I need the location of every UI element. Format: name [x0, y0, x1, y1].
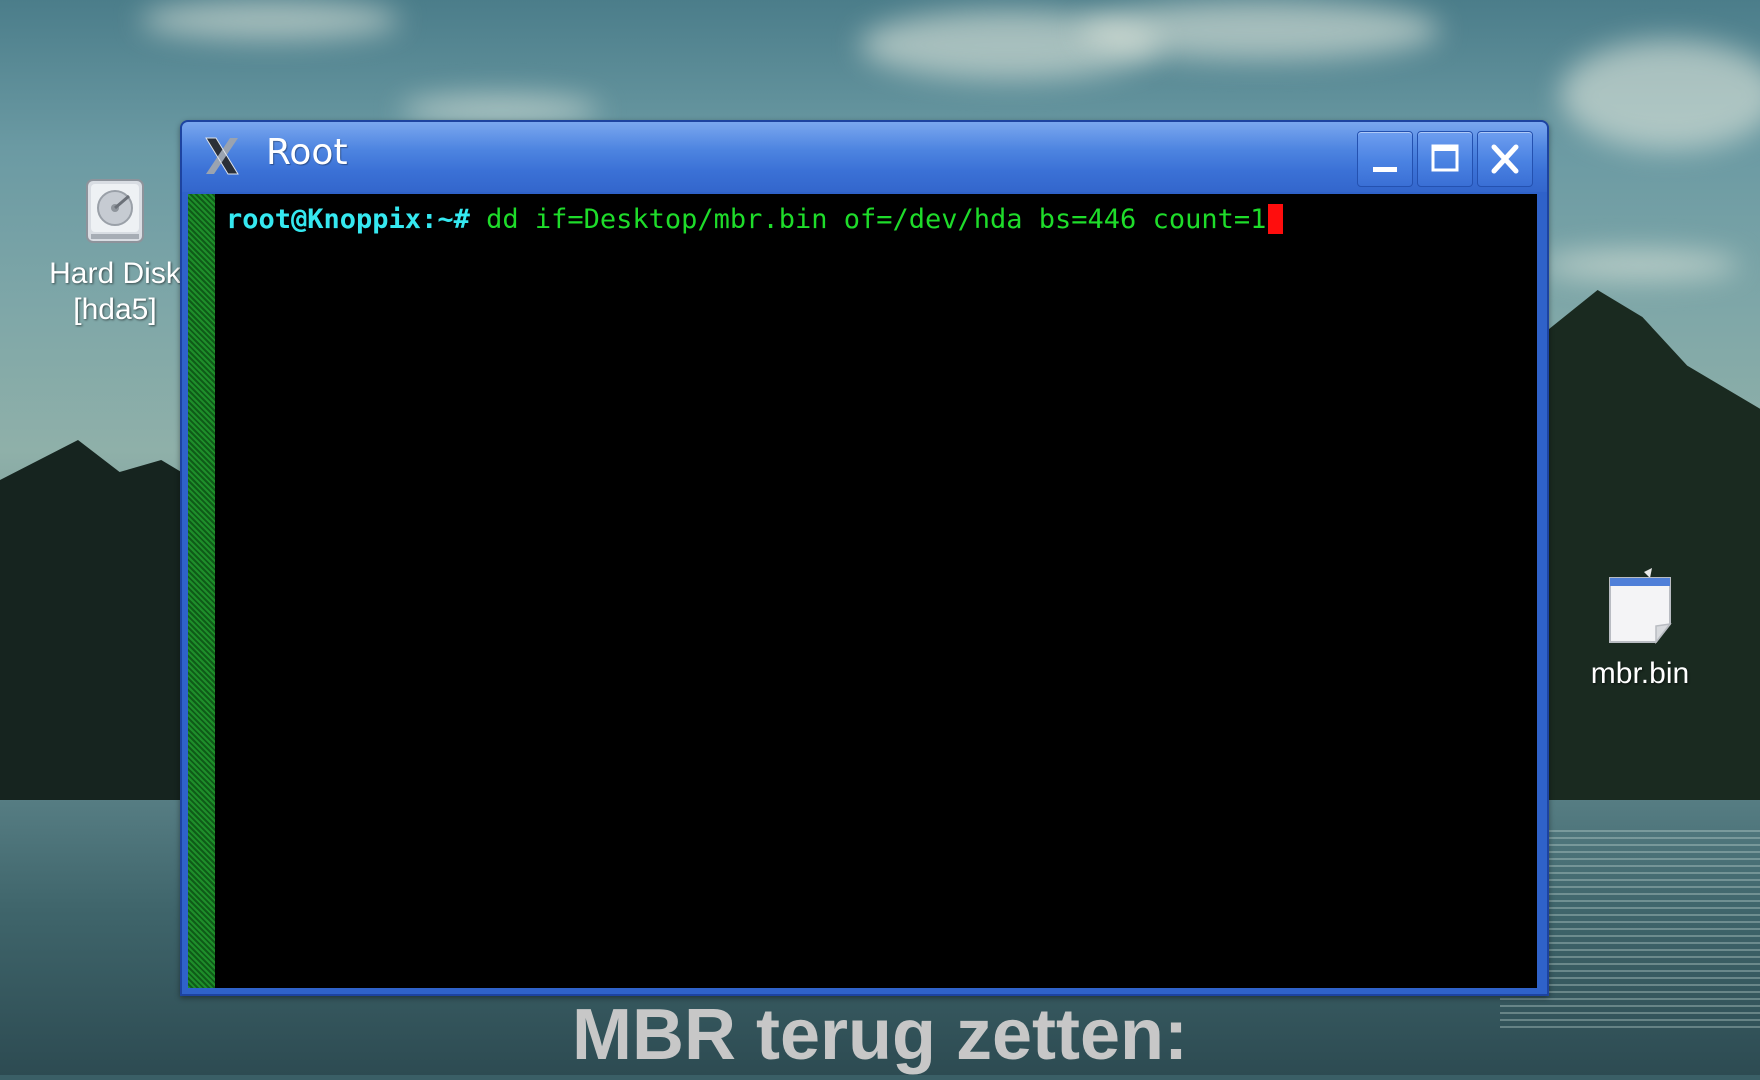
x-icon[interactable] [200, 134, 244, 178]
terminal-window[interactable]: Root root@Knoppix:~# dd if=Desktop/mbr.b… [180, 120, 1549, 996]
terminal-command: dd if=Desktop/mbr.bin of=/dev/hda bs=446… [469, 204, 1267, 235]
maximize-button[interactable] [1417, 131, 1473, 187]
document-icon [1600, 568, 1680, 656]
wallpaper-cloud [140, 0, 400, 40]
desktop-icon-label: Hard Disk [49, 257, 181, 290]
slide-caption: MBR terug zetten: [572, 995, 1188, 1075]
wallpaper-cloud [1080, 0, 1440, 60]
desktop-icon-label: [hda5] [73, 293, 157, 326]
hard-disk-icon [83, 179, 147, 250]
minimize-button[interactable] [1357, 131, 1413, 187]
terminal-prompt: root@Knoppix:~# [226, 204, 470, 235]
wallpaper-cloud [1540, 250, 1740, 280]
terminal-cursor [1268, 204, 1284, 234]
terminal-scrollbar[interactable] [188, 194, 215, 988]
terminal-area[interactable]: root@Knoppix:~# dd if=Desktop/mbr.bin of… [188, 194, 1537, 988]
desktop-icon-label: mbr.bin [1590, 657, 1690, 690]
window-titlebar[interactable]: Root [182, 122, 1547, 192]
window-title: Root [266, 132, 348, 173]
desktop-icon-mbr-file[interactable]: mbr.bin [1565, 568, 1715, 692]
terminal-command-line: root@Knoppix:~# dd if=Desktop/mbr.bin of… [226, 202, 1284, 238]
close-button[interactable] [1477, 131, 1533, 187]
